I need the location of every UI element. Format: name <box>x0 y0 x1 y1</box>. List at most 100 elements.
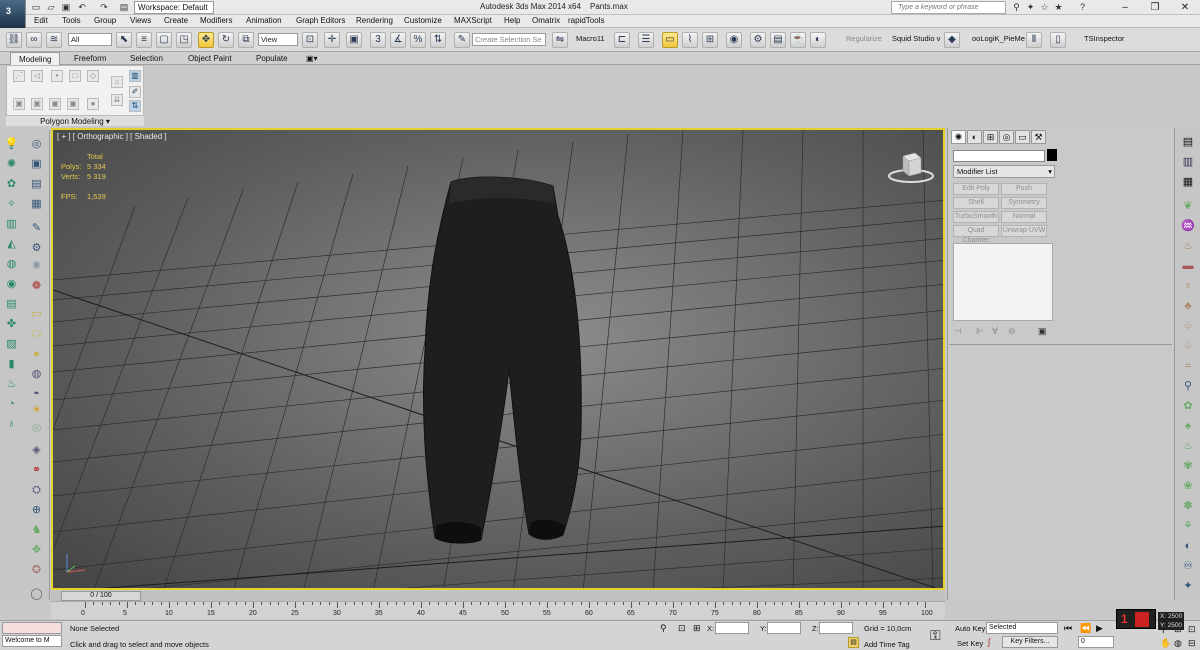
tool-6-icon[interactable]: ♣ <box>1179 298 1197 314</box>
panel-a-icon[interactable]: ▤ <box>1179 134 1197 150</box>
go-to-start-icon[interactable]: ⏮ <box>1064 623 1072 634</box>
configure-modifier-sets-icon[interactable]: ▣ <box>1038 326 1047 337</box>
tool-16-icon[interactable]: ✽ <box>1179 498 1197 514</box>
ribbon-tool-icon[interactable]: ▥ <box>129 70 141 82</box>
current-frame-field[interactable]: 0 <box>1078 636 1114 648</box>
x-coord-field[interactable] <box>715 622 749 634</box>
tab-freeform[interactable]: Freeform <box>66 52 114 65</box>
redo-icon[interactable]: ↷ <box>98 2 110 13</box>
select-manipulate-icon[interactable]: ✛ <box>324 32 340 48</box>
tool-2-icon[interactable]: ♒ <box>1179 218 1197 234</box>
minimize-button[interactable]: – <box>1110 0 1140 15</box>
show-end-result-icon[interactable]: ⊩ <box>976 326 984 337</box>
window-crossing-icon[interactable]: ◳ <box>176 32 192 48</box>
percent-snap-icon[interactable]: % <box>410 32 426 48</box>
list-icon[interactable]: ▤ <box>28 176 45 192</box>
ribbon-tool-icon[interactable]: ⌂ <box>111 76 123 88</box>
circle-target-icon[interactable]: ◎ <box>28 420 45 436</box>
shape-icon[interactable]: ▤ <box>3 296 20 312</box>
align-icon[interactable]: ⊏ <box>614 32 630 48</box>
selection-filter-dropdown[interactable]: All <box>68 33 112 46</box>
viewport-label[interactable]: [ + ] [ Orthographic ] [ Shaded ] <box>57 132 167 141</box>
object-color-swatch[interactable] <box>1047 149 1057 161</box>
menu-rapidtools[interactable]: rapidTools <box>568 16 604 25</box>
unwrap-uvw-button[interactable]: Unwrap UVW <box>1001 225 1047 237</box>
tab-selection[interactable]: Selection <box>122 52 171 65</box>
bulb-icon[interactable]: ♁ <box>3 416 20 432</box>
tool-8-icon[interactable]: ♤ <box>1179 338 1197 354</box>
tool-15-icon[interactable]: ❀ <box>1179 478 1197 494</box>
ribbon-tool-icon[interactable]: ▣ <box>49 98 61 110</box>
shell-button[interactable]: Shell <box>953 197 999 209</box>
macro-button[interactable]: Macro11 <box>576 34 605 43</box>
tool-13-icon[interactable]: ♨ <box>1179 438 1197 454</box>
ribbon-tool-icon[interactable]: ◇ <box>87 70 99 82</box>
ribbon-tool-icon[interactable]: ✐ <box>129 86 141 98</box>
rectangular-selection-icon[interactable]: ▢ <box>156 32 172 48</box>
pan-icon[interactable]: ✋ <box>1160 638 1171 649</box>
select-and-scale-icon[interactable]: ⧉ <box>238 32 254 48</box>
render-setup-icon[interactable]: ⚙ <box>750 32 766 48</box>
menu-help[interactable]: Help <box>504 16 520 25</box>
menu-customize[interactable]: Customize <box>404 16 442 25</box>
viewport-orthographic[interactable]: [ + ] [ Orthographic ] [ Shaded ] Total … <box>51 128 945 590</box>
menu-maxscript[interactable]: MAXScript <box>454 16 492 25</box>
time-slider-knob[interactable]: 0 / 100 <box>61 591 141 601</box>
menu-omatrix[interactable]: Omatrix <box>532 16 560 25</box>
modify-tab-icon[interactable]: ◐ <box>967 130 982 144</box>
modifier-stack[interactable] <box>953 243 1053 321</box>
application-button[interactable]: 3 <box>0 0 26 28</box>
layer-manager-icon[interactable]: ☰ <box>638 32 654 48</box>
teapot-icon[interactable]: ◓ <box>28 386 45 402</box>
key-filters-button[interactable]: Key Filters... <box>1002 636 1058 648</box>
light-sun-icon[interactable]: ☀ <box>28 402 45 418</box>
select-and-rotate-icon[interactable]: ↻ <box>218 32 234 48</box>
unlink-icon[interactable]: ∞ <box>26 32 42 48</box>
grid-icon[interactable]: ▥ <box>3 216 20 232</box>
menu-edit[interactable]: Edit <box>34 16 48 25</box>
ellipse-icon[interactable]: ⬭ <box>28 326 45 342</box>
edit-poly-button[interactable]: Edit Poly <box>953 183 999 195</box>
menu-tools[interactable]: Tools <box>62 16 81 25</box>
tool-20-icon[interactable]: ✦ <box>1179 578 1197 594</box>
bones-icon[interactable]: ✿ <box>3 176 20 192</box>
tool-10-icon[interactable]: ⚲ <box>1179 378 1197 394</box>
cone-icon[interactable]: ◍ <box>28 366 45 382</box>
absolute-mode-icon[interactable]: ⊞ <box>693 623 701 634</box>
play-icon[interactable]: ▶ <box>1096 623 1103 634</box>
ribbon-tool-icon[interactable]: ◁ <box>31 70 43 82</box>
normal-button[interactable]: Normal <box>1001 211 1047 223</box>
ribbon-options-icon[interactable]: ▣▾ <box>306 54 318 63</box>
panel-c-icon[interactable]: ▦ <box>1179 174 1197 190</box>
tool-14-icon[interactable]: ✾ <box>1179 458 1197 474</box>
sphere-icon[interactable]: ● <box>28 346 45 362</box>
tool-11-icon[interactable]: ✿ <box>1179 398 1197 414</box>
light-icon[interactable]: 💡 <box>3 136 20 152</box>
plane-icon[interactable]: ▭ <box>28 306 45 322</box>
ribbon-tool-icon[interactable]: ▪ <box>51 70 63 82</box>
select-and-move-icon[interactable]: ✥ <box>198 32 214 48</box>
search-input[interactable]: Type a keyword or phrase <box>891 1 1006 14</box>
remove-modifier-icon[interactable]: ⊖ <box>1008 326 1016 337</box>
script-icon[interactable]: ▯ <box>1050 32 1066 48</box>
hierarchy-tab-icon[interactable]: ⊞ <box>983 130 998 144</box>
target-icon[interactable]: ◉ <box>3 276 20 292</box>
symmetry-button[interactable]: Symmetry <box>1001 197 1047 209</box>
binoculars-icon[interactable]: ⚲ <box>1011 2 1022 13</box>
spinner-snap-icon[interactable]: ⇅ <box>430 32 446 48</box>
ribbon-tool-icon[interactable]: ⇅ <box>129 100 141 112</box>
tool-4-icon[interactable]: ▬ <box>1179 258 1197 274</box>
previous-frame-icon[interactable]: ⏪ <box>1080 623 1091 634</box>
ribbon-tool-icon[interactable]: □ <box>69 70 81 82</box>
zoom-extents-icon[interactable]: ⊡ <box>1188 624 1196 635</box>
pielogik-button[interactable]: ooLogiK_PieMe <box>972 34 1025 43</box>
maxscript-listener[interactable]: Welcome to M <box>2 635 62 647</box>
reactor-icon[interactable]: ✪ <box>28 562 45 578</box>
column-icon[interactable]: ▮ <box>3 356 20 372</box>
motion-tab-icon[interactable]: ◎ <box>999 130 1014 144</box>
named-selection-dropdown[interactable]: Create Selection Se <box>472 33 546 46</box>
squid-studio-button[interactable]: Squid Studio v <box>892 34 940 43</box>
character-icon[interactable]: ♞ <box>28 522 45 538</box>
ribbon-tool-icon[interactable]: ▣ <box>67 98 79 110</box>
menu-graph-editors[interactable]: Graph Editors <box>296 16 345 25</box>
